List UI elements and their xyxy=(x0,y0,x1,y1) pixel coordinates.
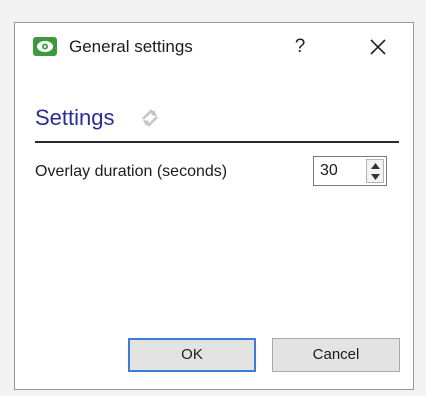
general-settings-dialog: General settings ? Settings Overlay dura… xyxy=(14,22,414,390)
close-button[interactable] xyxy=(363,33,393,61)
dialog-titlebar: General settings ? xyxy=(15,23,413,73)
eye-icon xyxy=(33,37,57,56)
decrement-button[interactable] xyxy=(367,171,383,182)
close-icon xyxy=(370,39,386,55)
overlay-duration-input[interactable] xyxy=(314,157,360,185)
ok-button[interactable]: OK xyxy=(128,338,256,372)
overlay-duration-spinbox[interactable] xyxy=(313,156,387,186)
help-button[interactable]: ? xyxy=(285,33,315,61)
spin-buttons xyxy=(366,159,384,183)
dialog-title: General settings xyxy=(69,37,193,56)
refresh-arrows-icon xyxy=(139,107,161,134)
section-divider xyxy=(35,141,399,143)
arrow-up-icon xyxy=(371,163,380,169)
section-heading: Settings xyxy=(35,105,115,130)
increment-button[interactable] xyxy=(367,160,383,171)
arrow-down-icon xyxy=(371,174,380,180)
overlay-duration-label: Overlay duration (seconds) xyxy=(35,163,228,180)
cancel-button[interactable]: Cancel xyxy=(272,338,400,372)
